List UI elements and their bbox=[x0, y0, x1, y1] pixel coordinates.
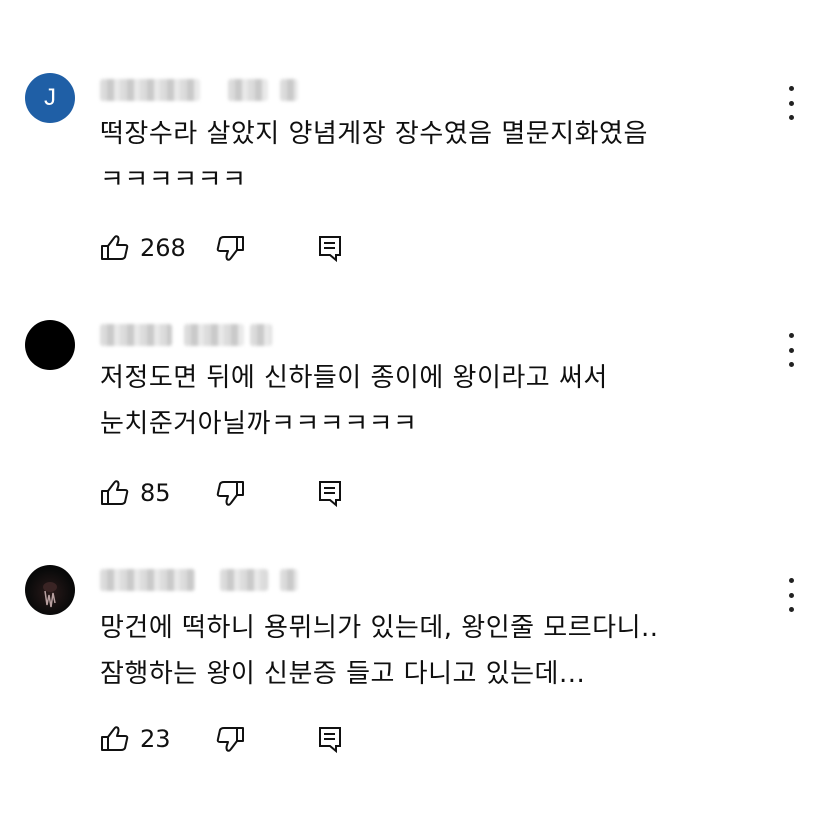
comment-text: 망건에 떡하니 용뮈늬가 있는데, 왕인줄 모르다니.. 잠행하는 왕이 신분증… bbox=[100, 605, 760, 697]
comment-text-line: 망건에 떡하니 용뮈늬가 있는데, 왕인줄 모르다니.. bbox=[100, 613, 659, 643]
like-count: 85 bbox=[140, 479, 171, 507]
reply-icon[interactable] bbox=[315, 233, 345, 263]
comment-text: 저정도면 뒤에 신하들이 종이에 왕이라고 써서 눈치준거아닐까ㅋㅋㅋㅋㅋㅋ bbox=[100, 355, 760, 447]
thumbs-down-icon[interactable] bbox=[215, 478, 245, 508]
avatar[interactable] bbox=[25, 565, 75, 615]
more-options-button[interactable] bbox=[781, 333, 801, 367]
more-options-button[interactable] bbox=[781, 86, 801, 120]
reply-icon[interactable] bbox=[315, 724, 345, 754]
like-count: 268 bbox=[140, 234, 186, 262]
avatar[interactable] bbox=[25, 320, 75, 370]
thumbs-up-icon[interactable] bbox=[100, 478, 130, 508]
thumbs-up-icon[interactable] bbox=[100, 724, 130, 754]
avatar-letter: J bbox=[44, 84, 56, 111]
username-blurred[interactable] bbox=[100, 324, 300, 346]
avatar[interactable]: J bbox=[25, 73, 75, 123]
thumbs-down-icon[interactable] bbox=[215, 233, 245, 263]
comment-actions: 23 bbox=[100, 724, 400, 754]
avatar-image bbox=[43, 582, 57, 608]
more-vert-icon bbox=[788, 578, 794, 583]
comment-text-line: 저정도면 뒤에 신하들이 종이에 왕이라고 써서 bbox=[100, 363, 608, 393]
comment-actions: 268 bbox=[100, 233, 400, 263]
more-options-button[interactable] bbox=[781, 578, 801, 612]
comment-text-line: 잠행하는 왕이 신분증 들고 다니고 있는데... bbox=[100, 659, 586, 689]
more-vert-icon bbox=[788, 333, 794, 338]
more-vert-icon bbox=[788, 86, 794, 91]
comment-text-line: 눈치준거아닐까ㅋㅋㅋㅋㅋㅋ bbox=[100, 409, 418, 439]
comment-text-line: 떡장수라 살았지 양념게장 장수였음 멸문지화였음 bbox=[100, 119, 648, 149]
thumbs-down-icon[interactable] bbox=[215, 724, 245, 754]
reply-icon[interactable] bbox=[315, 478, 345, 508]
comment-text-line: ㅋㅋㅋㅋㅋㅋ bbox=[100, 165, 247, 195]
like-count: 23 bbox=[140, 725, 171, 753]
username-blurred[interactable] bbox=[100, 79, 300, 101]
thumbs-up-icon[interactable] bbox=[100, 233, 130, 263]
comment-actions: 85 bbox=[100, 478, 400, 508]
username-blurred[interactable] bbox=[100, 569, 300, 591]
comment-text: 떡장수라 살았지 양념게장 장수였음 멸문지화였음 ㅋㅋㅋㅋㅋㅋ bbox=[100, 111, 760, 203]
